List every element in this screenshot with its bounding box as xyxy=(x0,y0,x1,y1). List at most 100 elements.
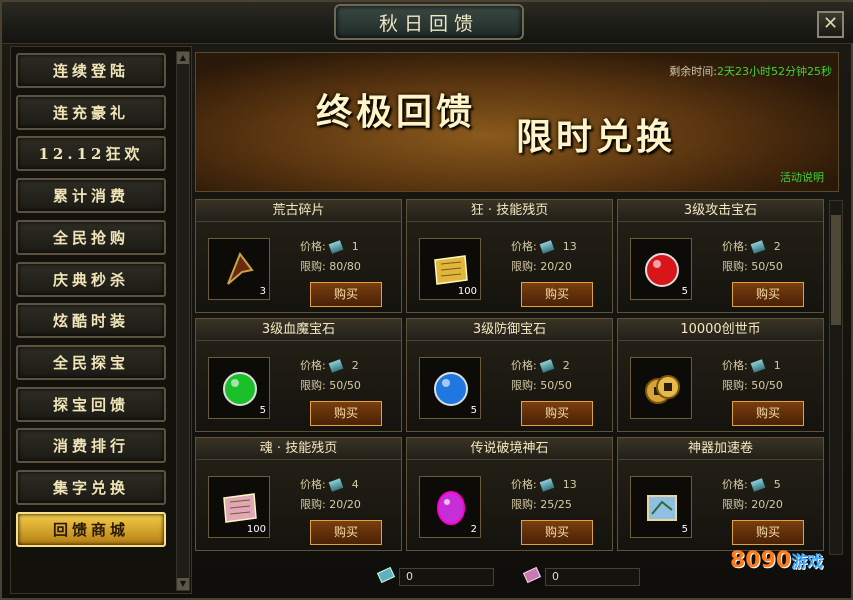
buy-button[interactable]: 购买 xyxy=(521,282,593,307)
shop-item-card: 荒古碎片 3 价格: 1 限购: 80/80 购买 xyxy=(195,199,402,313)
limit-value: 50/50 xyxy=(751,379,783,392)
shop-scrollbar[interactable] xyxy=(829,200,843,555)
shop-item-card: 神器加速卷 5 价格: 5 限购: 20/20 购买 xyxy=(617,437,824,551)
price-value: 5 xyxy=(773,478,781,491)
sidebar-item-4[interactable]: 全民抢购 xyxy=(16,219,166,255)
sidebar-item-1[interactable]: 连充豪礼 xyxy=(16,94,166,130)
shop-item-card: 3级防御宝石 5 价格: 2 限购: 50/50 购买 xyxy=(406,318,613,432)
gold-scroll-icon xyxy=(431,250,471,290)
limit-value: 20/20 xyxy=(329,498,361,511)
price-label: 价格: xyxy=(300,359,326,372)
item-slot[interactable]: 3 xyxy=(208,238,270,300)
item-slot[interactable]: 5 xyxy=(630,476,692,538)
site-watermark-logo: 8090游戏 xyxy=(730,548,824,573)
shop-item-card: 10000创世币 价格: 1 限购: 50/50 购买 xyxy=(617,318,824,432)
item-name: 荒古碎片 xyxy=(196,200,401,222)
item-slot[interactable]: 2 xyxy=(419,476,481,538)
coupon-icon xyxy=(750,240,766,254)
activity-sidebar: 连续登陆连充豪礼 12.12狂欢 累计消费全民抢购庆典秒杀炫酷时装全民探宝探宝回馈消… xyxy=(10,46,192,594)
price-label: 价格: xyxy=(722,359,748,372)
buy-button[interactable]: 购买 xyxy=(310,401,382,426)
shop-item-card: 狂 · 技能残页 100 价格: 13 限购: 20/20 购买 xyxy=(406,199,613,313)
limit-label: 限购: xyxy=(511,379,537,392)
sidebar-item-8[interactable]: 探宝回馈 xyxy=(16,386,166,422)
item-slot[interactable]: 5 xyxy=(208,357,270,419)
item-slot[interactable]: 5 xyxy=(419,357,481,419)
buy-button[interactable]: 购买 xyxy=(521,401,593,426)
coupon-icon xyxy=(328,240,344,254)
item-quantity: 5 xyxy=(470,405,477,416)
sidebar-item-9[interactable]: 消费排行 xyxy=(16,428,166,464)
scroll-up-icon[interactable]: ▲ xyxy=(177,52,189,64)
limit-value: 50/50 xyxy=(540,379,572,392)
limit-label: 限购: xyxy=(300,379,326,392)
item-slot[interactable]: 100 xyxy=(419,238,481,300)
item-price: 价格: 2 xyxy=(722,238,781,254)
map-scroll-icon xyxy=(642,488,682,528)
item-slot[interactable]: 100 xyxy=(208,476,270,538)
buy-button[interactable]: 购买 xyxy=(732,401,804,426)
coupon-icon xyxy=(539,359,555,373)
coupon-icon xyxy=(539,478,555,492)
buy-button[interactable]: 购买 xyxy=(521,520,593,545)
item-name: 3级防御宝石 xyxy=(407,319,612,341)
buy-button[interactable]: 购买 xyxy=(732,282,804,307)
item-slot[interactable] xyxy=(630,357,692,419)
limit-value: 20/20 xyxy=(751,498,783,511)
item-name: 10000创世币 xyxy=(618,319,823,341)
sidebar-item-10[interactable]: 集字兑换 xyxy=(16,470,166,505)
item-limit: 限购: 50/50 xyxy=(300,377,361,393)
item-limit: 限购: 50/50 xyxy=(722,258,783,274)
blue-gem-icon xyxy=(431,369,471,409)
sidebar-item-0[interactable]: 连续登陆 xyxy=(16,53,166,88)
scroll-thumb[interactable] xyxy=(831,215,841,325)
item-name: 狂 · 技能残页 xyxy=(407,200,612,222)
item-price: 价格: 1 xyxy=(300,238,359,254)
limit-label: 限购: xyxy=(511,260,537,273)
item-slot[interactable]: 5 xyxy=(630,238,692,300)
price-label: 价格: xyxy=(300,240,326,253)
buy-button[interactable]: 购买 xyxy=(732,520,804,545)
item-name: 3级攻击宝石 xyxy=(618,200,823,222)
sidebar-item-6[interactable]: 炫酷时装 xyxy=(16,303,166,339)
shop-item-card: 传说破境神石 2 价格: 13 限购: 25/25 购买 xyxy=(406,437,613,551)
coupon-icon xyxy=(539,240,555,254)
sidebar-item-3[interactable]: 累计消费 xyxy=(16,178,166,214)
price-value: 2 xyxy=(773,240,781,253)
sidebar-scrollbar[interactable]: ▲ ▼ xyxy=(176,51,190,591)
sidebar-item-11[interactable]: 回馈商城 xyxy=(16,511,166,547)
item-quantity: 5 xyxy=(681,524,688,535)
price-label: 价格: xyxy=(722,240,748,253)
price-value: 4 xyxy=(351,478,359,491)
item-limit: 限购: 20/20 xyxy=(511,258,572,274)
price-label: 价格: xyxy=(300,478,326,491)
item-name: 传说破境神石 xyxy=(407,438,612,460)
item-quantity: 5 xyxy=(259,405,266,416)
limit-label: 限购: xyxy=(300,260,326,273)
item-limit: 限购: 25/25 xyxy=(511,496,572,512)
coupon-icon xyxy=(328,478,344,492)
sidebar-item-5[interactable]: 庆典秒杀 xyxy=(16,261,166,297)
coupon-icon xyxy=(328,359,344,373)
title-bar: 秋日回馈 ✕ xyxy=(2,2,853,44)
shop-grid: 荒古碎片 3 价格: 1 限购: 80/80 购买 狂 · 技能残页 100 价格… xyxy=(195,199,825,556)
event-description-link[interactable]: 活动说明 xyxy=(780,169,824,185)
item-quantity: 100 xyxy=(246,524,266,535)
limit-label: 限购: xyxy=(722,379,748,392)
price-label: 价格: xyxy=(511,240,537,253)
price-value: 2 xyxy=(351,359,359,372)
buy-button[interactable]: 购买 xyxy=(310,520,382,545)
buy-button[interactable]: 购买 xyxy=(310,282,382,307)
scroll-down-icon[interactable]: ▼ xyxy=(177,578,189,590)
purple-stone-icon xyxy=(431,488,471,528)
limit-label: 限购: xyxy=(511,498,537,511)
sidebar-item-7[interactable]: 全民探宝 xyxy=(16,344,166,380)
item-limit: 限购: 50/50 xyxy=(722,377,783,393)
item-quantity: 2 xyxy=(470,524,477,535)
close-button[interactable]: ✕ xyxy=(817,11,844,38)
item-quantity: 100 xyxy=(457,286,477,297)
pink-coupon-icon xyxy=(522,566,542,584)
item-price: 价格: 13 xyxy=(511,476,577,492)
sidebar-item-2[interactable]: 12.12狂欢 xyxy=(16,136,166,172)
item-quantity: 3 xyxy=(259,286,266,297)
